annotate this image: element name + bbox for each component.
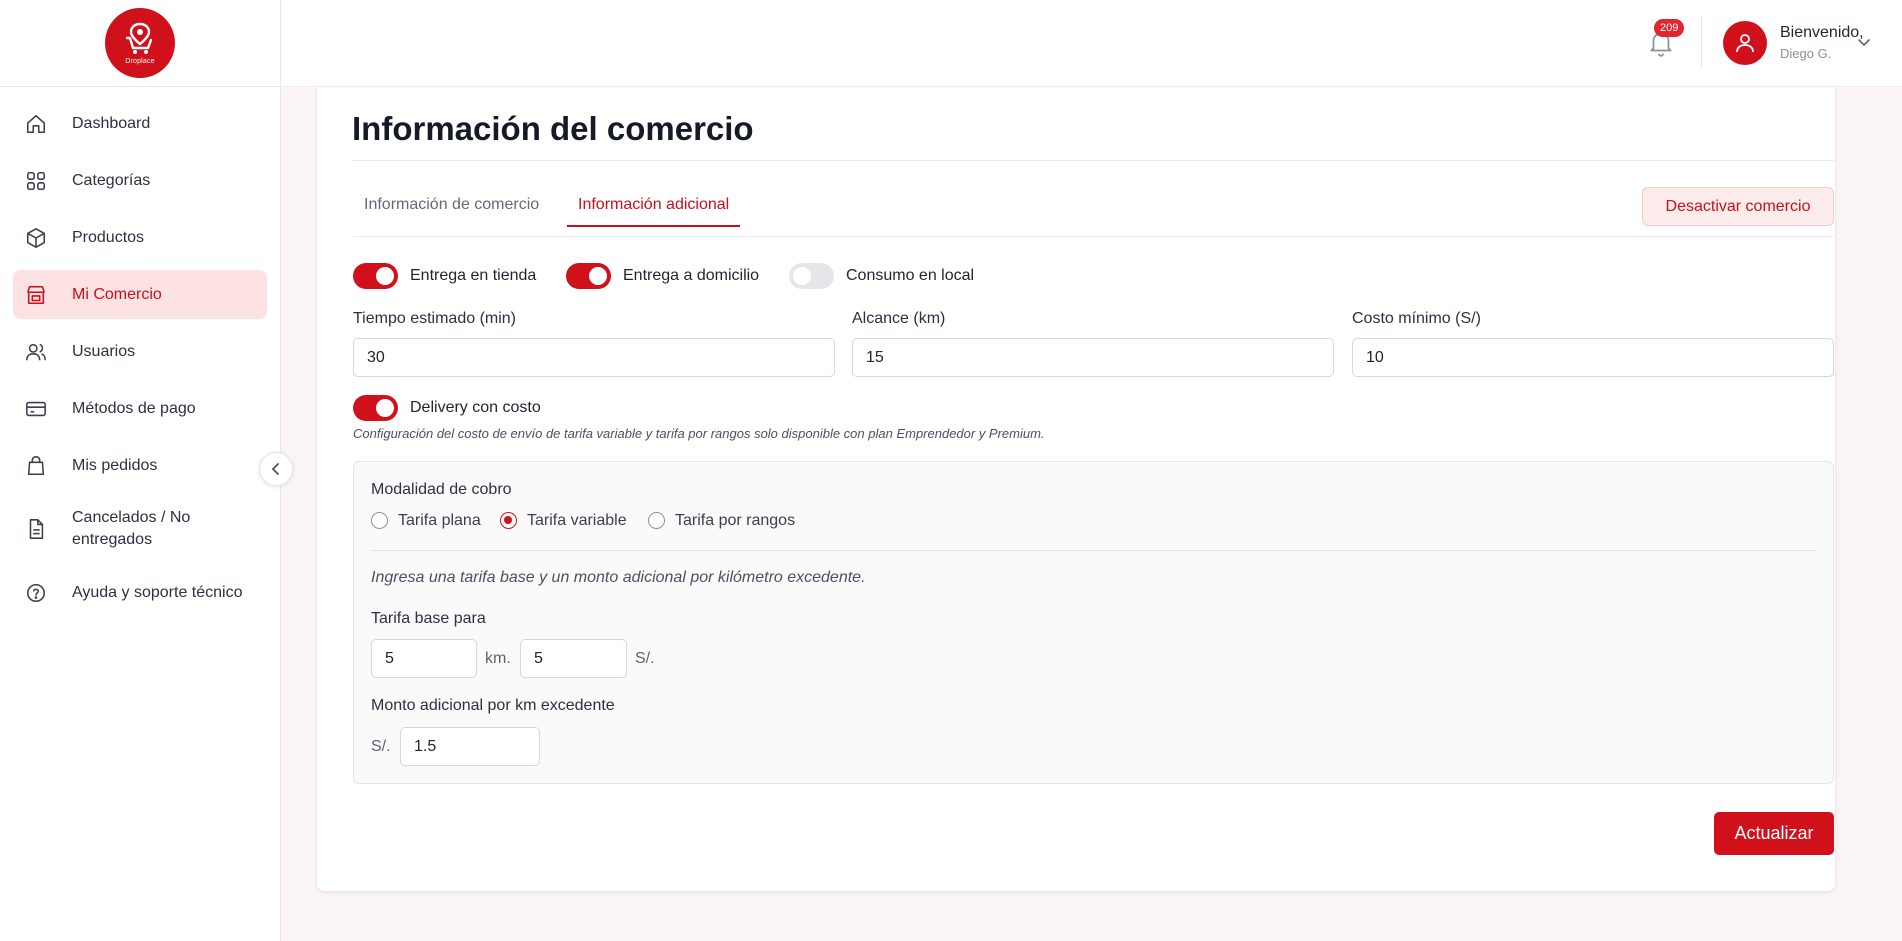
document-icon [25, 518, 47, 540]
flat-rate-label: Tarifa plana [398, 512, 481, 529]
avatar[interactable] [1723, 21, 1767, 65]
variable-rate-radio[interactable] [500, 512, 517, 529]
extra-amount-input[interactable] [400, 727, 540, 766]
sidebar-item-label: Métodos de pago [72, 399, 196, 417]
top-header: 209 Bienvenido, Diego G. [281, 0, 1902, 87]
welcome-text: Bienvenido, [1780, 24, 1864, 41]
range-input[interactable] [852, 338, 1334, 377]
billing-mode-title: Modalidad de cobro [371, 481, 512, 498]
sidebar-item-usuarios[interactable]: Usuarios [13, 327, 267, 376]
credit-card-icon [25, 398, 47, 420]
dine-in-label: Consumo en local [846, 267, 975, 284]
sidebar-item-label: Mis pedidos [72, 456, 158, 474]
range-rate-label: Tarifa por rangos [675, 512, 796, 529]
range-label: Alcance (km) [852, 310, 946, 327]
min-cost-input[interactable] [1352, 338, 1834, 377]
box-icon [25, 227, 47, 249]
panel-divider [371, 550, 1816, 551]
sidebar-item-label: Dashboard [72, 114, 151, 132]
billing-panel [353, 461, 1834, 784]
notification-badge: 209 [1654, 19, 1685, 37]
sidebar-item-mi-comercio[interactable]: Mi Comercio [13, 270, 267, 319]
sidebar-item-label: Mi Comercio [72, 285, 162, 303]
header-divider [1701, 16, 1702, 68]
store-pickup-label: Entrega en tienda [410, 267, 537, 284]
sidebar-item-mis-pedidos[interactable]: Mis pedidos [13, 441, 267, 490]
logo-text: Droplace [125, 58, 155, 65]
logo-area: Droplace [0, 0, 280, 87]
sidebar-item-productos[interactable]: Productos [13, 213, 267, 262]
delivery-cost-label: Delivery con costo [410, 399, 541, 416]
home-icon [25, 113, 47, 135]
currency-unit: S/. [635, 650, 655, 667]
cart-pin-icon [125, 22, 153, 54]
km-unit: km. [485, 650, 511, 667]
brand-logo[interactable]: Droplace [105, 8, 175, 78]
variable-rate-label: Tarifa variable [527, 512, 627, 529]
estimated-time-label: Tiempo estimado (min) [353, 310, 517, 327]
home-delivery-toggle[interactable] [566, 263, 611, 289]
variable-rate-hint: Ingresa una tarifa base y un monto adici… [371, 569, 866, 586]
grid-icon [25, 170, 47, 192]
shopping-bag-icon [25, 455, 47, 477]
sidebar-item-metodos-de-pago[interactable]: Métodos de pago [13, 384, 267, 433]
page-title: Información del comercio [352, 110, 754, 147]
deactivate-store-button[interactable]: Desactivar comercio [1642, 187, 1834, 226]
sidebar-collapse-button[interactable] [259, 452, 293, 486]
update-button[interactable]: Actualizar [1714, 812, 1834, 855]
base-rate-label: Tarifa base para [371, 610, 486, 627]
store-pickup-toggle[interactable] [353, 263, 398, 289]
sidebar-item-categorias[interactable]: Categorías [13, 156, 267, 205]
sidebar-item-label: Ayuda y soporte técnico [72, 583, 243, 601]
chevron-down-icon[interactable] [1857, 35, 1871, 54]
sidebar-item-label: Usuarios [72, 342, 136, 360]
flat-rate-radio[interactable] [371, 512, 388, 529]
sidebar-nav: Dashboard Categorías Productos Mi Comerc… [0, 87, 280, 617]
tabs-divider [353, 236, 1834, 237]
sidebar-item-cancelados[interactable]: Cancelados / No entregados [13, 498, 267, 560]
sidebar-item-label: Productos [72, 228, 145, 246]
extra-currency-unit: S/. [371, 738, 391, 755]
store-icon [25, 284, 47, 306]
base-price-input[interactable] [520, 639, 627, 678]
sidebar-item-ayuda[interactable]: Ayuda y soporte técnico [13, 568, 267, 617]
range-rate-radio[interactable] [648, 512, 665, 529]
estimated-time-input[interactable] [353, 338, 835, 377]
user-icon [1736, 34, 1754, 53]
extra-amount-label: Monto adicional por km excedente [371, 697, 615, 714]
tab-informacion-adicional[interactable]: Información adicional [567, 186, 741, 227]
users-icon [25, 341, 47, 363]
chevron-left-icon [271, 463, 279, 475]
delivery-cost-toggle[interactable] [353, 395, 398, 421]
title-divider [353, 160, 1834, 161]
help-circle-icon [25, 582, 47, 604]
home-delivery-label: Entrega a domicilio [623, 267, 760, 284]
min-cost-label: Costo mínimo (S/) [1352, 310, 1481, 327]
tab-informacion-comercio[interactable]: Información de comercio [353, 186, 550, 225]
sidebar-item-dashboard[interactable]: Dashboard [13, 99, 267, 148]
base-km-input[interactable] [371, 639, 477, 678]
sidebar: Droplace Dashboard Categorías Productos [0, 0, 281, 941]
username-text: Diego G. [1780, 46, 1832, 61]
sidebar-item-label: Categorías [72, 171, 151, 189]
sidebar-item-label: Cancelados / No entregados [72, 509, 191, 548]
plan-note: Configuración del costo de envío de tari… [353, 426, 1045, 441]
dine-in-toggle[interactable] [789, 263, 834, 289]
